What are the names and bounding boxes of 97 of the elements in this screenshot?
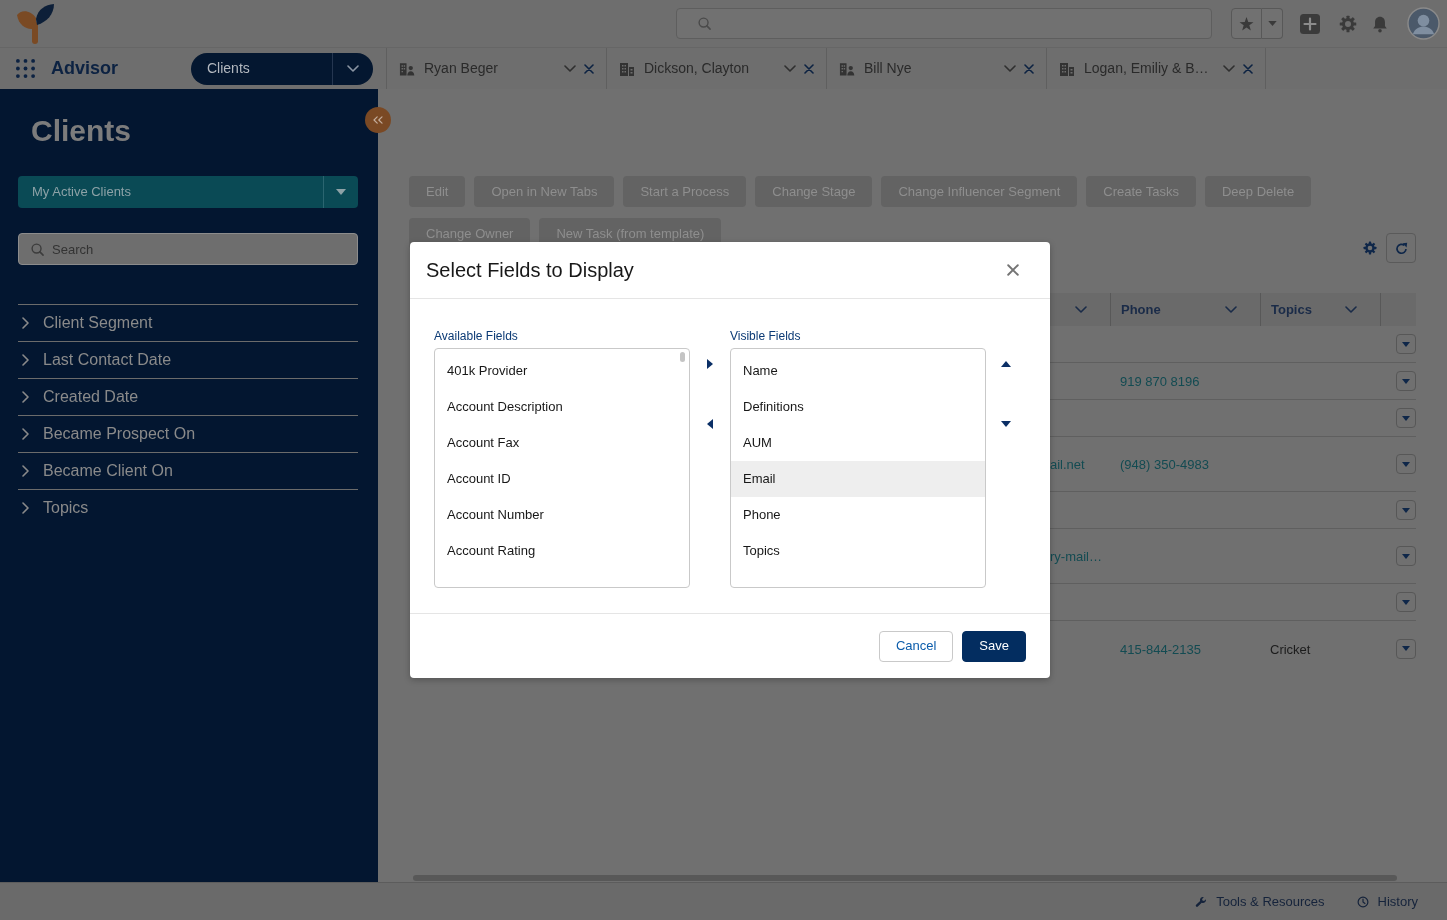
list-option[interactable]: Account Fax bbox=[435, 425, 689, 461]
workspace-tab[interactable]: Ryan Beger bbox=[386, 48, 606, 89]
building-person-icon bbox=[399, 60, 415, 77]
triangle-left-icon[interactable] bbox=[707, 419, 713, 429]
modal-title: Select Fields to Display bbox=[426, 258, 634, 283]
chevron-down-icon[interactable] bbox=[1223, 65, 1235, 72]
row-action-button[interactable] bbox=[1396, 334, 1416, 354]
workspace-tab[interactable]: Dickson, Clayton bbox=[606, 48, 826, 89]
caret-down-icon bbox=[1402, 415, 1410, 421]
chevron-down-icon bbox=[347, 65, 359, 72]
avatar-icon[interactable] bbox=[1407, 7, 1440, 40]
list-option[interactable]: Account Number bbox=[435, 497, 689, 533]
caret-down-icon bbox=[336, 189, 346, 195]
chevron-down-icon[interactable] bbox=[784, 65, 796, 72]
plus-icon[interactable] bbox=[1300, 13, 1320, 34]
list-view-dropdown[interactable]: My Active Clients bbox=[18, 176, 358, 208]
workspace-tab[interactable]: Logan, Emiliy & B… bbox=[1046, 48, 1266, 89]
triangle-right-icon[interactable] bbox=[707, 359, 713, 369]
list-option[interactable]: AUM bbox=[731, 425, 985, 461]
caret-down-icon bbox=[1402, 461, 1410, 467]
app-name: Advisor bbox=[51, 57, 119, 80]
triangle-up-icon[interactable] bbox=[1001, 361, 1011, 367]
utility-item[interactable]: Tools & Resources bbox=[1195, 891, 1325, 912]
list-option[interactable]: Account Rating bbox=[435, 533, 689, 569]
filter-item[interactable]: Topics bbox=[18, 489, 358, 526]
row-action-button[interactable] bbox=[1396, 454, 1416, 474]
search-field[interactable]: Search bbox=[18, 233, 358, 265]
list-option[interactable]: Account Description bbox=[435, 389, 689, 425]
list-option[interactable]: Account ID bbox=[435, 461, 689, 497]
list-option[interactable]: Name bbox=[731, 353, 985, 389]
caret-down-icon bbox=[1402, 646, 1410, 651]
row-action-button[interactable] bbox=[1396, 408, 1416, 428]
close-icon[interactable] bbox=[1024, 63, 1034, 74]
search-field[interactable] bbox=[676, 8, 1212, 39]
row-action-button[interactable] bbox=[1396, 638, 1416, 659]
save-button[interactable]: Save bbox=[962, 630, 1026, 662]
list-option[interactable]: Definitions bbox=[731, 389, 985, 425]
clock-icon bbox=[1356, 895, 1369, 908]
chevron-down-icon[interactable] bbox=[1225, 306, 1237, 313]
caret-down-icon bbox=[1402, 507, 1410, 513]
chevron-down-icon[interactable] bbox=[1345, 306, 1357, 313]
caret-down-icon bbox=[1402, 341, 1410, 347]
bell-icon[interactable] bbox=[1371, 14, 1389, 33]
caret-down-icon bbox=[1402, 599, 1410, 605]
settings-icon[interactable] bbox=[1339, 14, 1357, 33]
listbox[interactable]: Name Definitions AUM Email Phone Topics bbox=[730, 348, 986, 588]
settings-icon[interactable] bbox=[1363, 241, 1377, 255]
caret-down-icon bbox=[1402, 553, 1410, 559]
chevron-down-icon[interactable] bbox=[564, 65, 576, 72]
row-action-button[interactable] bbox=[1396, 500, 1416, 520]
triangle-down-icon[interactable] bbox=[1001, 421, 1011, 427]
search-icon bbox=[698, 17, 711, 30]
building-person-icon bbox=[839, 60, 855, 77]
horizontal-scrollbar[interactable] bbox=[413, 875, 1397, 881]
list-option[interactable]: Phone bbox=[731, 497, 985, 533]
favorites-button[interactable] bbox=[1231, 8, 1262, 39]
utility-item[interactable]: History bbox=[1356, 891, 1418, 912]
list-option[interactable]: Topics bbox=[731, 533, 985, 569]
list-option[interactable]: 401k Provider bbox=[435, 353, 689, 389]
wrench-icon bbox=[1195, 895, 1208, 908]
sidebar-title: Clients bbox=[31, 113, 132, 149]
filter-item[interactable]: Last Contact Date bbox=[18, 341, 358, 378]
list-option[interactable]: Email bbox=[731, 461, 985, 497]
search-icon bbox=[31, 243, 44, 256]
filter-item[interactable]: Created Date bbox=[18, 378, 358, 415]
listbox[interactable]: 401k Provider Account Description Account Fax Account ID Account Number Account Rating bbox=[434, 348, 690, 588]
table-cell: Cricket bbox=[1270, 641, 1311, 657]
refresh-button[interactable] bbox=[1386, 233, 1416, 263]
building-icon bbox=[1059, 60, 1075, 77]
caret-down-icon bbox=[1267, 21, 1277, 26]
close-icon[interactable] bbox=[1007, 264, 1019, 276]
close-icon[interactable] bbox=[584, 63, 594, 74]
filter-item[interactable]: Became Prospect On bbox=[18, 415, 358, 452]
chevron-down-icon[interactable] bbox=[1004, 65, 1016, 72]
list-label: Available Fields bbox=[434, 328, 518, 344]
double-chevron-left-icon bbox=[373, 116, 383, 124]
filter-item[interactable]: Became Client On bbox=[18, 452, 358, 489]
caret-down-icon bbox=[1402, 378, 1410, 384]
star-icon bbox=[1239, 16, 1254, 31]
building-icon bbox=[619, 60, 635, 77]
workspace-tab[interactable]: Bill Nye bbox=[826, 48, 1046, 89]
sprout-logo-icon bbox=[16, 3, 54, 44]
app-launcher-icon[interactable] bbox=[16, 59, 35, 78]
favorites-menu-button[interactable] bbox=[1262, 8, 1283, 39]
row-action-button[interactable] bbox=[1396, 592, 1416, 612]
navigation-menu-button[interactable]: Clients bbox=[191, 52, 373, 85]
chevron-down-icon[interactable] bbox=[1075, 306, 1087, 313]
refresh-icon bbox=[1394, 241, 1408, 255]
filter-item[interactable]: Client Segment bbox=[18, 304, 358, 341]
cancel-button[interactable]: Cancel bbox=[878, 630, 954, 662]
row-action-button[interactable] bbox=[1396, 546, 1416, 566]
collapse-button[interactable] bbox=[365, 107, 391, 133]
list-label: Visible Fields bbox=[730, 328, 801, 344]
close-icon[interactable] bbox=[804, 63, 814, 74]
scrollbar-thumb[interactable] bbox=[680, 352, 685, 362]
close-icon[interactable] bbox=[1243, 63, 1253, 74]
row-action-button[interactable] bbox=[1396, 371, 1416, 391]
